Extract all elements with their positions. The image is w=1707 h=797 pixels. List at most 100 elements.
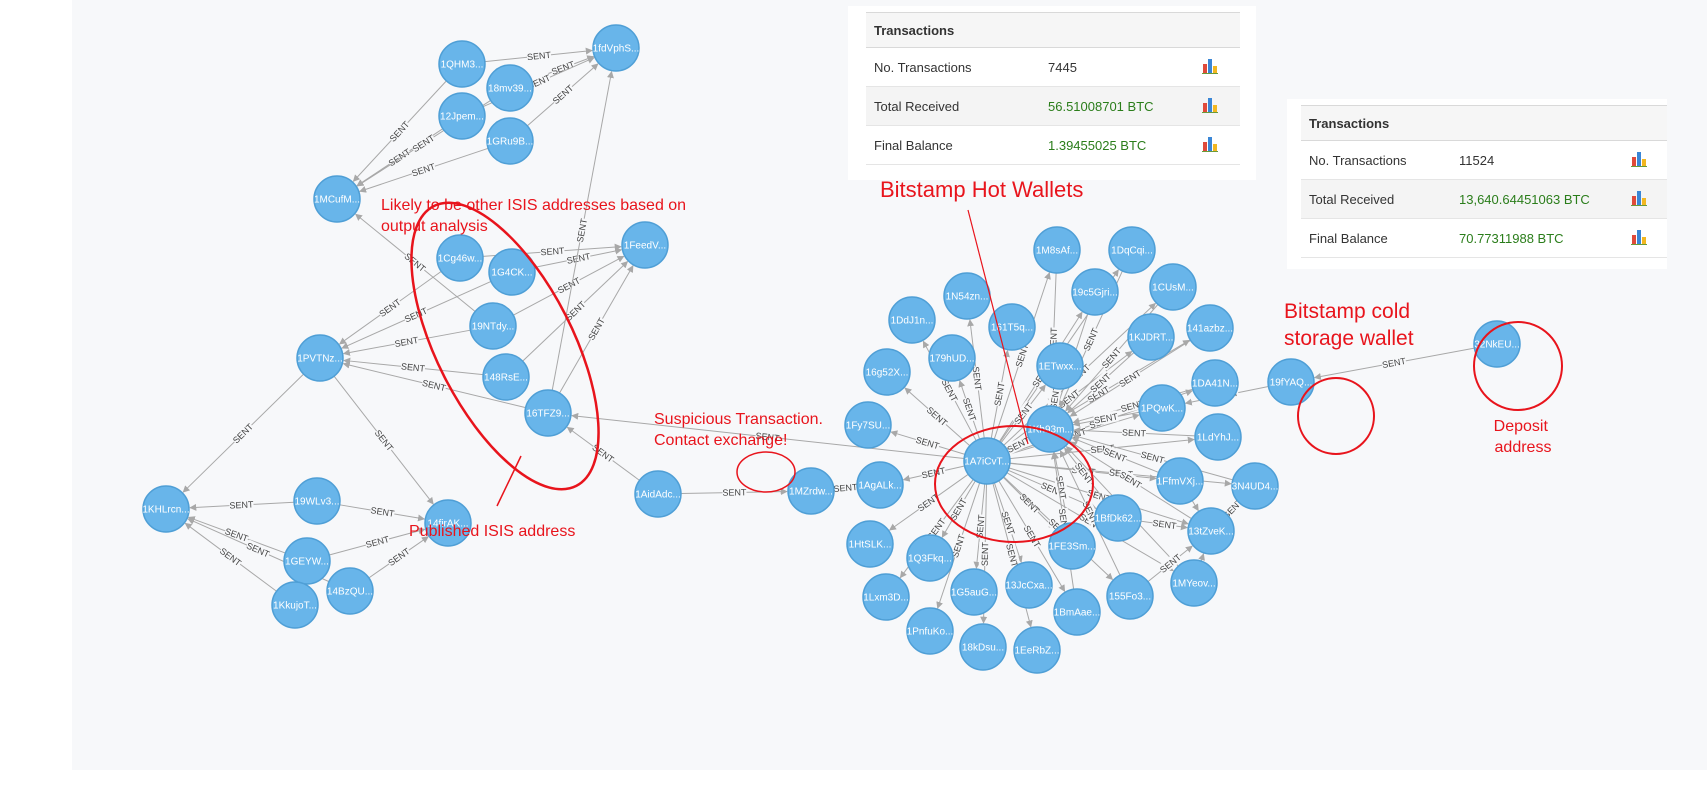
node-label: 1QHM3... [441,60,484,71]
node-label: 1ETwxx... [1038,362,1081,373]
cold-storage-annotation: Bitstamp cold storage wallet [1284,300,1416,350]
address-node[interactable]: 1BfDk62... [1094,494,1142,542]
address-node[interactable]: 1G5auG... [950,568,998,616]
node-label: 1GRu9B... [487,137,534,148]
address-node[interactable]: 19fYAQ... [1267,358,1315,406]
address-node[interactable]: 1QHM3... [438,40,486,88]
address-node[interactable]: 1FfmVXj... [1156,457,1204,505]
cold-wallet-circle [1297,377,1375,455]
row-value: 1.39455025 BTC [1040,125,1194,165]
row-value: 56.51008701 BTC [1040,86,1194,126]
bar-chart-icon[interactable] [1202,136,1218,152]
address-node[interactable]: 1MCufM... [313,175,361,223]
bar-chart-icon[interactable] [1202,58,1218,74]
address-node[interactable]: 1Cg46w... [436,234,484,282]
address-node[interactable]: 12Jpem... [438,92,486,140]
address-node[interactable]: 1LdYhJ... [1194,413,1242,461]
node-label: 141azbz... [1187,324,1233,335]
table-row: No. Transactions 11524 [1301,140,1667,180]
node-label: 1CUsM... [1152,283,1194,294]
address-node[interactable]: 1AidAdc... [634,470,682,518]
address-node[interactable]: 1MYeov... [1170,559,1218,607]
address-node[interactable]: 1KHLrcn... [142,485,190,533]
address-node[interactable]: 1BmAae... [1053,588,1101,636]
node-label: 1KJDRT... [1129,333,1174,344]
edge-label: SENT [411,133,437,155]
address-node[interactable]: 1PQwK... [1138,384,1186,432]
address-node[interactable]: 155Fo3... [1106,572,1154,620]
address-node[interactable]: 16g52X... [863,348,911,396]
row-label: No. Transactions [1301,140,1451,180]
bar-chart-icon[interactable] [1202,97,1218,113]
bar-chart-icon[interactable] [1631,151,1647,167]
address-node[interactable]: 1fdVphS... [592,24,640,72]
address-node[interactable]: 1DA41N... [1191,359,1239,407]
address-node[interactable]: 1AgALk... [856,461,904,509]
address-node[interactable]: 1A7iCvT... [963,437,1011,485]
node-label: 1AidAdc... [635,490,681,501]
edge-label: SENT [999,510,1016,536]
address-node[interactable]: 1Fy7SU... [844,401,892,449]
address-node[interactable]: 1GEYW... [283,537,331,585]
edge-label: SENT [961,397,978,423]
edge-label: SENT [1152,518,1178,531]
address-node[interactable]: 1KJDRT... [1127,313,1175,361]
address-node[interactable]: 179hUD... [928,334,976,382]
address-node[interactable]: 18mv39... [486,64,534,112]
node-label: 1Q3Fkq... [908,554,952,565]
address-node[interactable]: 1PVTNz... [296,334,344,382]
sent-edge [1198,553,1205,562]
node-label: 1MZrdw... [789,487,833,498]
row-value: 70.77311988 BTC [1451,218,1623,258]
address-node[interactable]: 1FeedV... [621,221,669,269]
bar-chart-icon[interactable] [1631,229,1647,245]
address-node[interactable]: 1M8sAf... [1033,226,1081,274]
row-value: 11524 [1451,140,1623,180]
table-row: Total Received 13,640.64451063 BTC [1301,179,1667,219]
edge-label: SENT [403,305,429,324]
edge-label: SENT [527,50,552,62]
address-node[interactable]: 1Kh93m... [1026,405,1074,453]
edge-label: SENT [1081,326,1100,352]
address-node[interactable]: 148RsE... [482,353,530,401]
node-label: 1AgALk... [858,481,901,492]
address-node[interactable]: 141azbz... [1186,304,1234,352]
edge-label: SENT [403,251,428,274]
address-node[interactable]: 1HtSLK... [846,520,894,568]
address-node[interactable]: 1FE3Sm... [1048,522,1096,570]
edge-label: SENT [1117,368,1143,390]
node-label: 18kDsu... [962,643,1004,654]
address-node[interactable]: 1EeRbZ... [1013,626,1061,674]
bar-chart-icon[interactable] [1631,190,1647,206]
address-node[interactable]: 1CUsM... [1149,263,1197,311]
address-node[interactable]: 1N54zn... [943,272,991,320]
address-node[interactable]: 19NTdy... [469,302,517,350]
address-node[interactable]: 1DqCqi... [1108,226,1156,274]
address-node[interactable]: 19WLv3... [293,477,341,525]
address-node[interactable]: 13tZveK... [1187,507,1235,555]
address-node[interactable]: 1PnfuKo... [906,607,954,655]
address-node[interactable]: 161T5q... [988,303,1036,351]
node-label: 13JcCxa... [1005,581,1052,592]
address-node[interactable]: 16TFZ9... [524,389,572,437]
address-node[interactable]: 1ETwxx... [1036,342,1084,390]
address-node[interactable]: 1Q3Fkq... [906,534,954,582]
address-node[interactable]: 1DdJ1n... [888,296,936,344]
address-node[interactable]: 1GRu9B... [486,117,534,165]
address-node[interactable]: 19c5Gjri... [1071,268,1119,316]
edge-label: SENT [377,297,403,319]
node-label: 1LdYhJ... [1197,433,1239,444]
address-node[interactable]: 18kDsu... [959,623,1007,671]
suspicious-edge-ellipse [736,451,796,493]
sent-edge [1191,500,1199,512]
address-node[interactable]: 14BzQU... [326,567,374,615]
address-node[interactable]: 1KkujoT... [271,581,319,629]
node-label: 19c5Gjri... [1072,288,1118,299]
node-label: 1DA41N... [1192,379,1238,390]
address-node[interactable]: 13JcCxa... [1005,561,1053,609]
node-label: 1BfDk62... [1095,514,1142,525]
node-label: 1FE3Sm... [1048,542,1095,553]
node-label: 19WLv3... [294,497,339,508]
address-node[interactable]: 3N4UD4... [1231,462,1279,510]
address-node[interactable]: 1Lxm3D... [862,573,910,621]
